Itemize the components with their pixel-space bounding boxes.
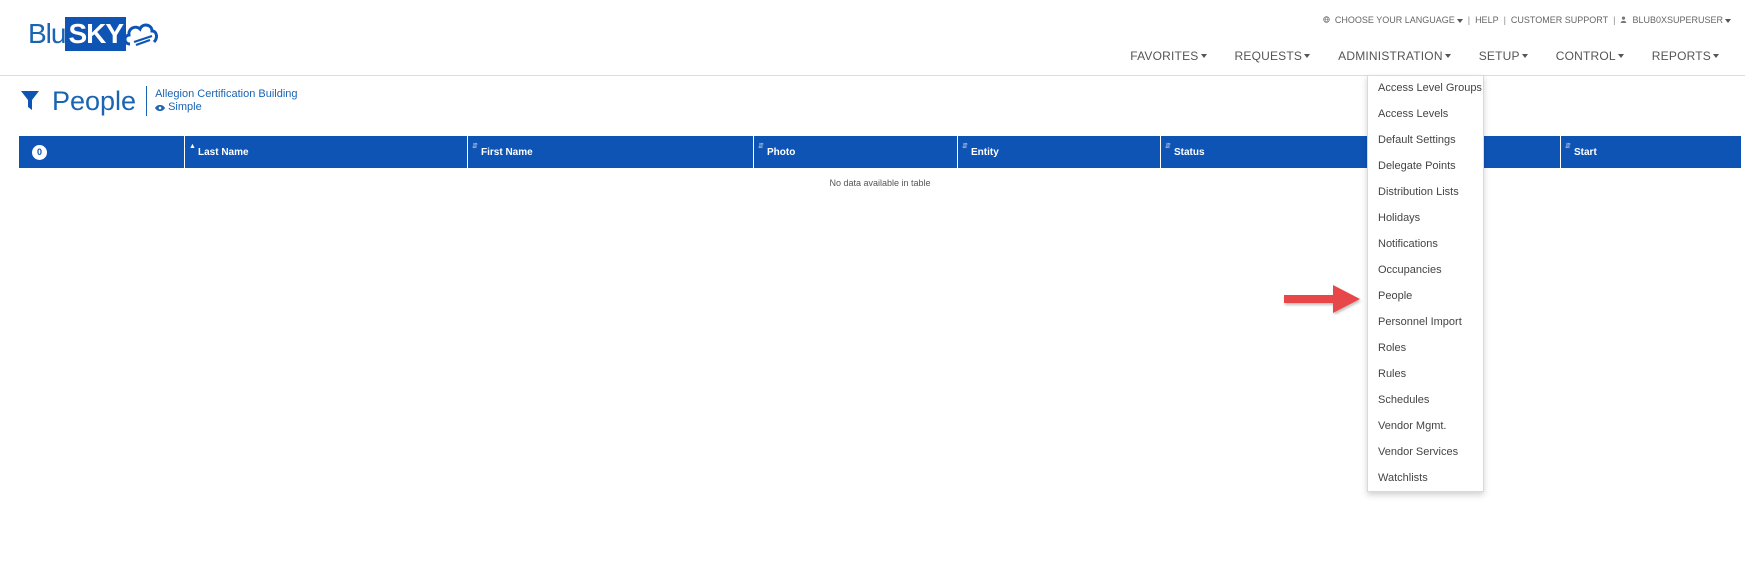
- building-name[interactable]: Allegion Certification Building: [155, 88, 297, 101]
- menu-item-people[interactable]: People: [1378, 290, 1412, 302]
- column-select-count[interactable]: 0: [19, 136, 185, 168]
- sort-ascending-icon: ▲: [189, 143, 196, 150]
- eye-icon: [155, 104, 166, 111]
- chevron-down-icon: [1713, 54, 1719, 58]
- sort-icon: ⇵: [1165, 143, 1171, 150]
- sort-icon: ⇵: [758, 143, 764, 150]
- separator: |: [1613, 15, 1616, 25]
- top-header: Blu SKY CHOOSE YOUR LANGUAGE | HELP | CU…: [0, 0, 1745, 76]
- page-context: Allegion Certification Building Simple: [155, 88, 298, 114]
- blusky-logo[interactable]: Blu SKY: [28, 16, 158, 52]
- separator: |: [1467, 15, 1471, 25]
- menu-item-vendor-services[interactable]: Vendor Services: [1378, 446, 1458, 458]
- chevron-down-icon: [1200, 54, 1207, 58]
- menu-item-notifications[interactable]: Notifications: [1378, 238, 1438, 250]
- chevron-down-icon: [1617, 54, 1624, 58]
- menu-item-personnel-import[interactable]: Personnel Import: [1378, 316, 1462, 328]
- view-mode-label: Simple: [168, 101, 202, 113]
- nav-administration[interactable]: ADMINISTRATION: [1324, 49, 1465, 63]
- page-title: People: [52, 86, 148, 116]
- administration-dropdown-menu: Access Level Groups Access Levels Defaul…: [1367, 75, 1484, 492]
- record-count-badge: 0: [32, 144, 47, 160]
- chevron-down-icon: [1521, 54, 1528, 58]
- view-mode[interactable]: Simple: [155, 101, 297, 114]
- help-link[interactable]: HELP: [1475, 15, 1499, 25]
- filter-icon[interactable]: [20, 90, 40, 112]
- menu-item-access-level-groups[interactable]: Access Level Groups: [1378, 82, 1482, 94]
- menu-item-holidays[interactable]: Holidays: [1378, 212, 1420, 224]
- column-last-name[interactable]: ▲ Last Name: [185, 136, 468, 168]
- main-nav: FAVORITES REQUESTS ADMINISTRATION SETUP …: [1116, 49, 1733, 63]
- utility-bar: CHOOSE YOUR LANGUAGE | HELP | CUSTOMER S…: [1323, 15, 1731, 25]
- user-icon: [1620, 15, 1627, 25]
- column-first-name[interactable]: ⇵ First Name: [468, 136, 754, 168]
- nav-requests[interactable]: REQUESTS: [1221, 49, 1325, 63]
- nav-control[interactable]: CONTROL: [1542, 49, 1638, 63]
- menu-item-occupancies[interactable]: Occupancies: [1378, 264, 1442, 276]
- column-start[interactable]: ⇵ Start: [1561, 136, 1741, 168]
- column-entity[interactable]: ⇵ Entity: [958, 136, 1161, 168]
- menu-item-delegate-points[interactable]: Delegate Points: [1378, 160, 1456, 172]
- menu-item-watchlists[interactable]: Watchlists: [1378, 472, 1428, 484]
- menu-item-rules[interactable]: Rules: [1378, 368, 1406, 380]
- menu-item-access-levels[interactable]: Access Levels: [1378, 108, 1448, 120]
- sort-icon: ⇵: [1565, 143, 1571, 150]
- chevron-down-icon: [1444, 54, 1451, 58]
- nav-setup[interactable]: SETUP: [1465, 49, 1542, 63]
- menu-item-roles[interactable]: Roles: [1378, 342, 1406, 354]
- red-arrow-icon: [1284, 285, 1360, 313]
- chevron-down-icon: [1725, 18, 1731, 23]
- sort-icon: ⇵: [472, 143, 478, 150]
- nav-favorites[interactable]: FAVORITES: [1116, 49, 1220, 63]
- nav-reports[interactable]: REPORTS: [1638, 49, 1733, 63]
- column-status[interactable]: ⇵ Status: [1161, 136, 1371, 168]
- logo-text-sky: SKY: [65, 17, 127, 51]
- menu-item-distribution-lists[interactable]: Distribution Lists: [1378, 186, 1459, 198]
- language-selector[interactable]: CHOOSE YOUR LANGUAGE: [1335, 15, 1463, 25]
- logo-text-blu: Blu: [28, 18, 66, 49]
- chevron-down-icon: [1304, 54, 1311, 58]
- menu-item-schedules[interactable]: Schedules: [1378, 394, 1429, 406]
- sort-icon: ⇵: [962, 143, 968, 150]
- column-photo[interactable]: ⇵ Photo: [754, 136, 958, 168]
- cloud-logo-icon: [123, 23, 158, 46]
- globe-icon: [1323, 15, 1330, 25]
- menu-item-vendor-mgmt[interactable]: Vendor Mgmt.: [1378, 420, 1446, 432]
- user-menu[interactable]: BLUB0XSUPERUSER: [1632, 15, 1731, 25]
- separator: |: [1503, 15, 1506, 25]
- page-header: People Allegion Certification Building S…: [20, 86, 298, 116]
- chevron-down-icon: [1456, 18, 1463, 23]
- customer-support-link[interactable]: CUSTOMER SUPPORT: [1511, 15, 1608, 25]
- menu-item-default-settings[interactable]: Default Settings: [1378, 134, 1456, 146]
